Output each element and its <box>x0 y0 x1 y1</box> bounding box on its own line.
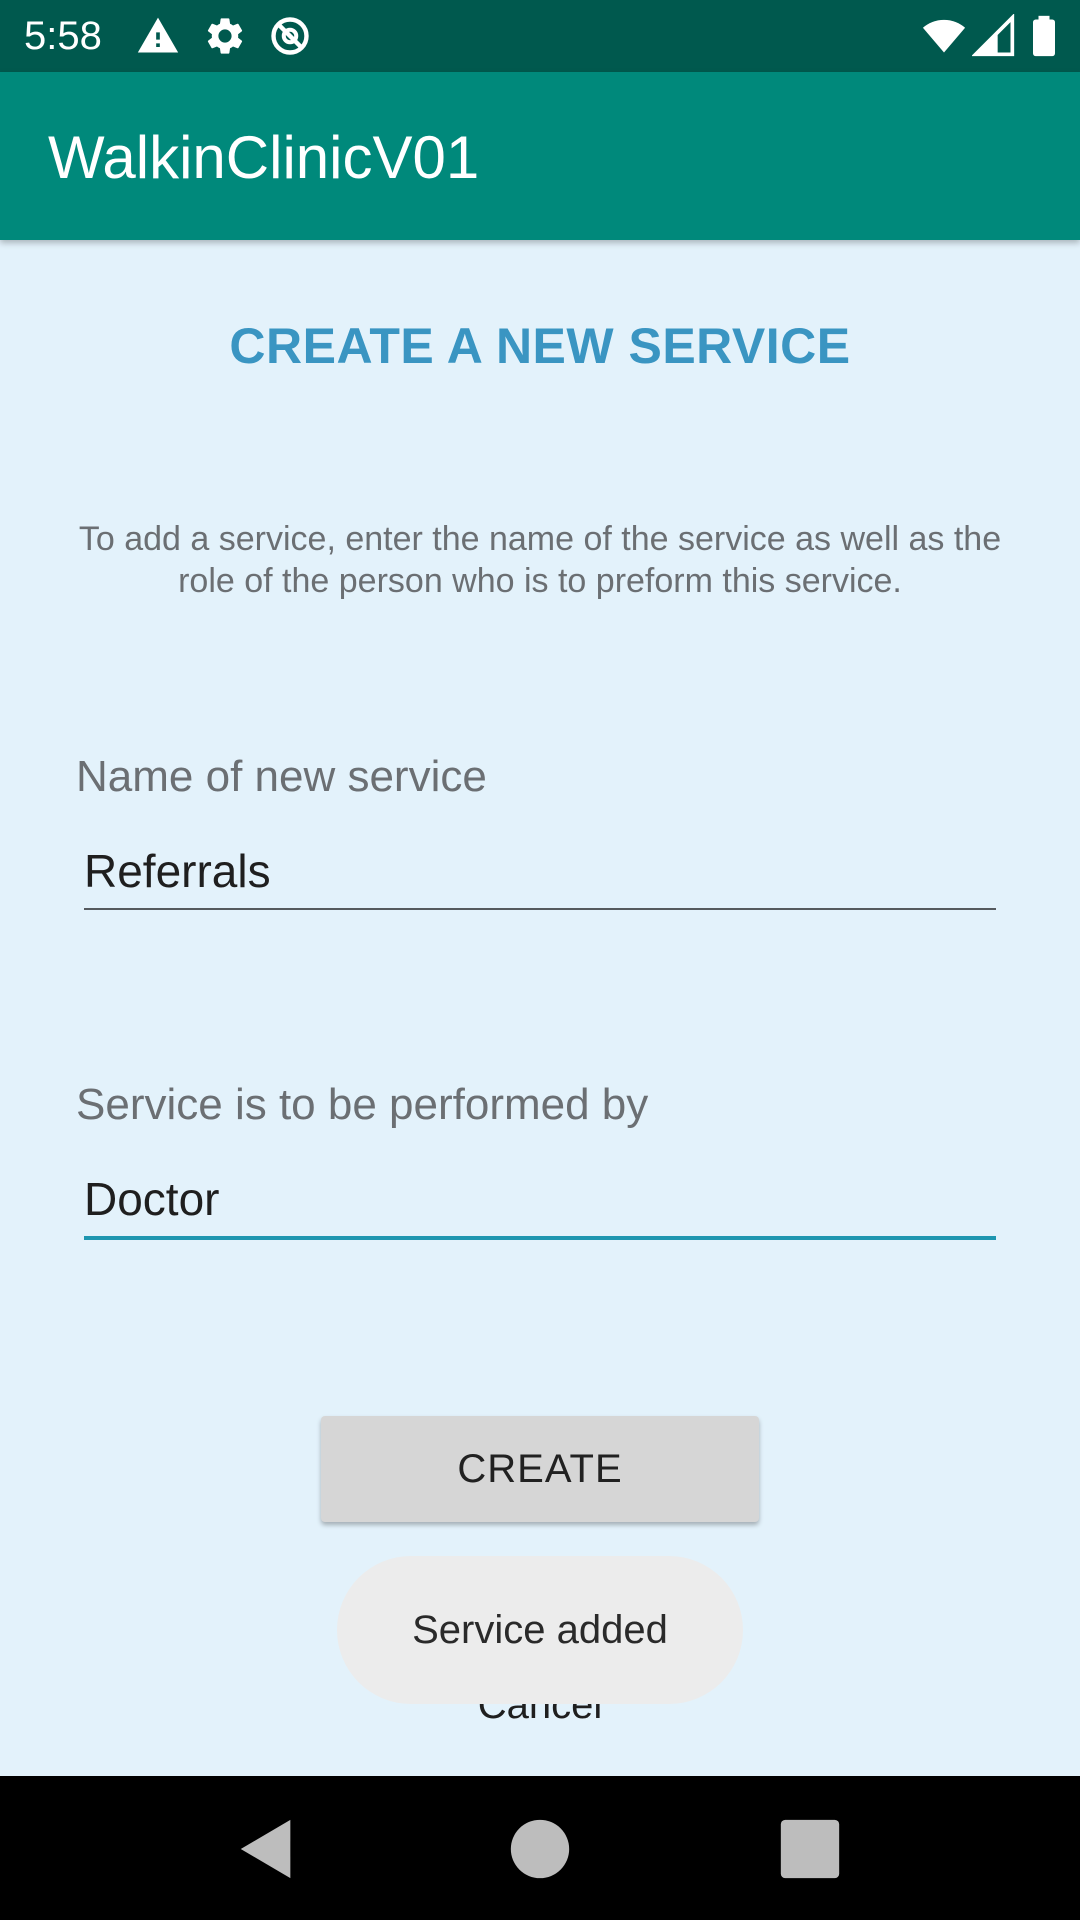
create-button[interactable]: CREATE <box>321 1416 759 1522</box>
sync-disabled-icon <box>271 17 309 55</box>
toast-text: Service added <box>412 1607 668 1652</box>
performed-by-underline <box>84 1236 996 1240</box>
performed-by-label: Service is to be performed by <box>76 1080 649 1129</box>
status-bar: 5:58 <box>0 0 1080 72</box>
service-name-label: Name of new service <box>76 752 487 801</box>
settings-icon <box>207 18 243 54</box>
service-name-input[interactable] <box>84 836 996 906</box>
warning-icon <box>137 17 179 53</box>
service-name-underline <box>84 908 996 910</box>
wifi-icon <box>922 19 966 53</box>
screen: 5:58 WalkinClinicV01 CREATE A NEW SERVIC… <box>0 0 1080 1920</box>
performed-by-input[interactable] <box>84 1164 996 1234</box>
app-title: WalkinClinicV01 <box>48 124 480 191</box>
navigation-bar <box>0 1776 1080 1920</box>
toast-message: Service added <box>337 1556 743 1704</box>
status-time: 5:58 <box>24 14 102 58</box>
signal-icon <box>972 14 1015 57</box>
back-icon[interactable] <box>232 1814 302 1884</box>
battery-icon <box>1033 15 1055 57</box>
recents-icon[interactable] <box>775 1814 845 1884</box>
page-title: CREATE A NEW SERVICE <box>229 318 851 374</box>
instructions-text: To add a service, enter the name of the … <box>78 520 1002 600</box>
app-bar: WalkinClinicV01 <box>0 72 1080 240</box>
home-icon[interactable] <box>505 1814 575 1884</box>
